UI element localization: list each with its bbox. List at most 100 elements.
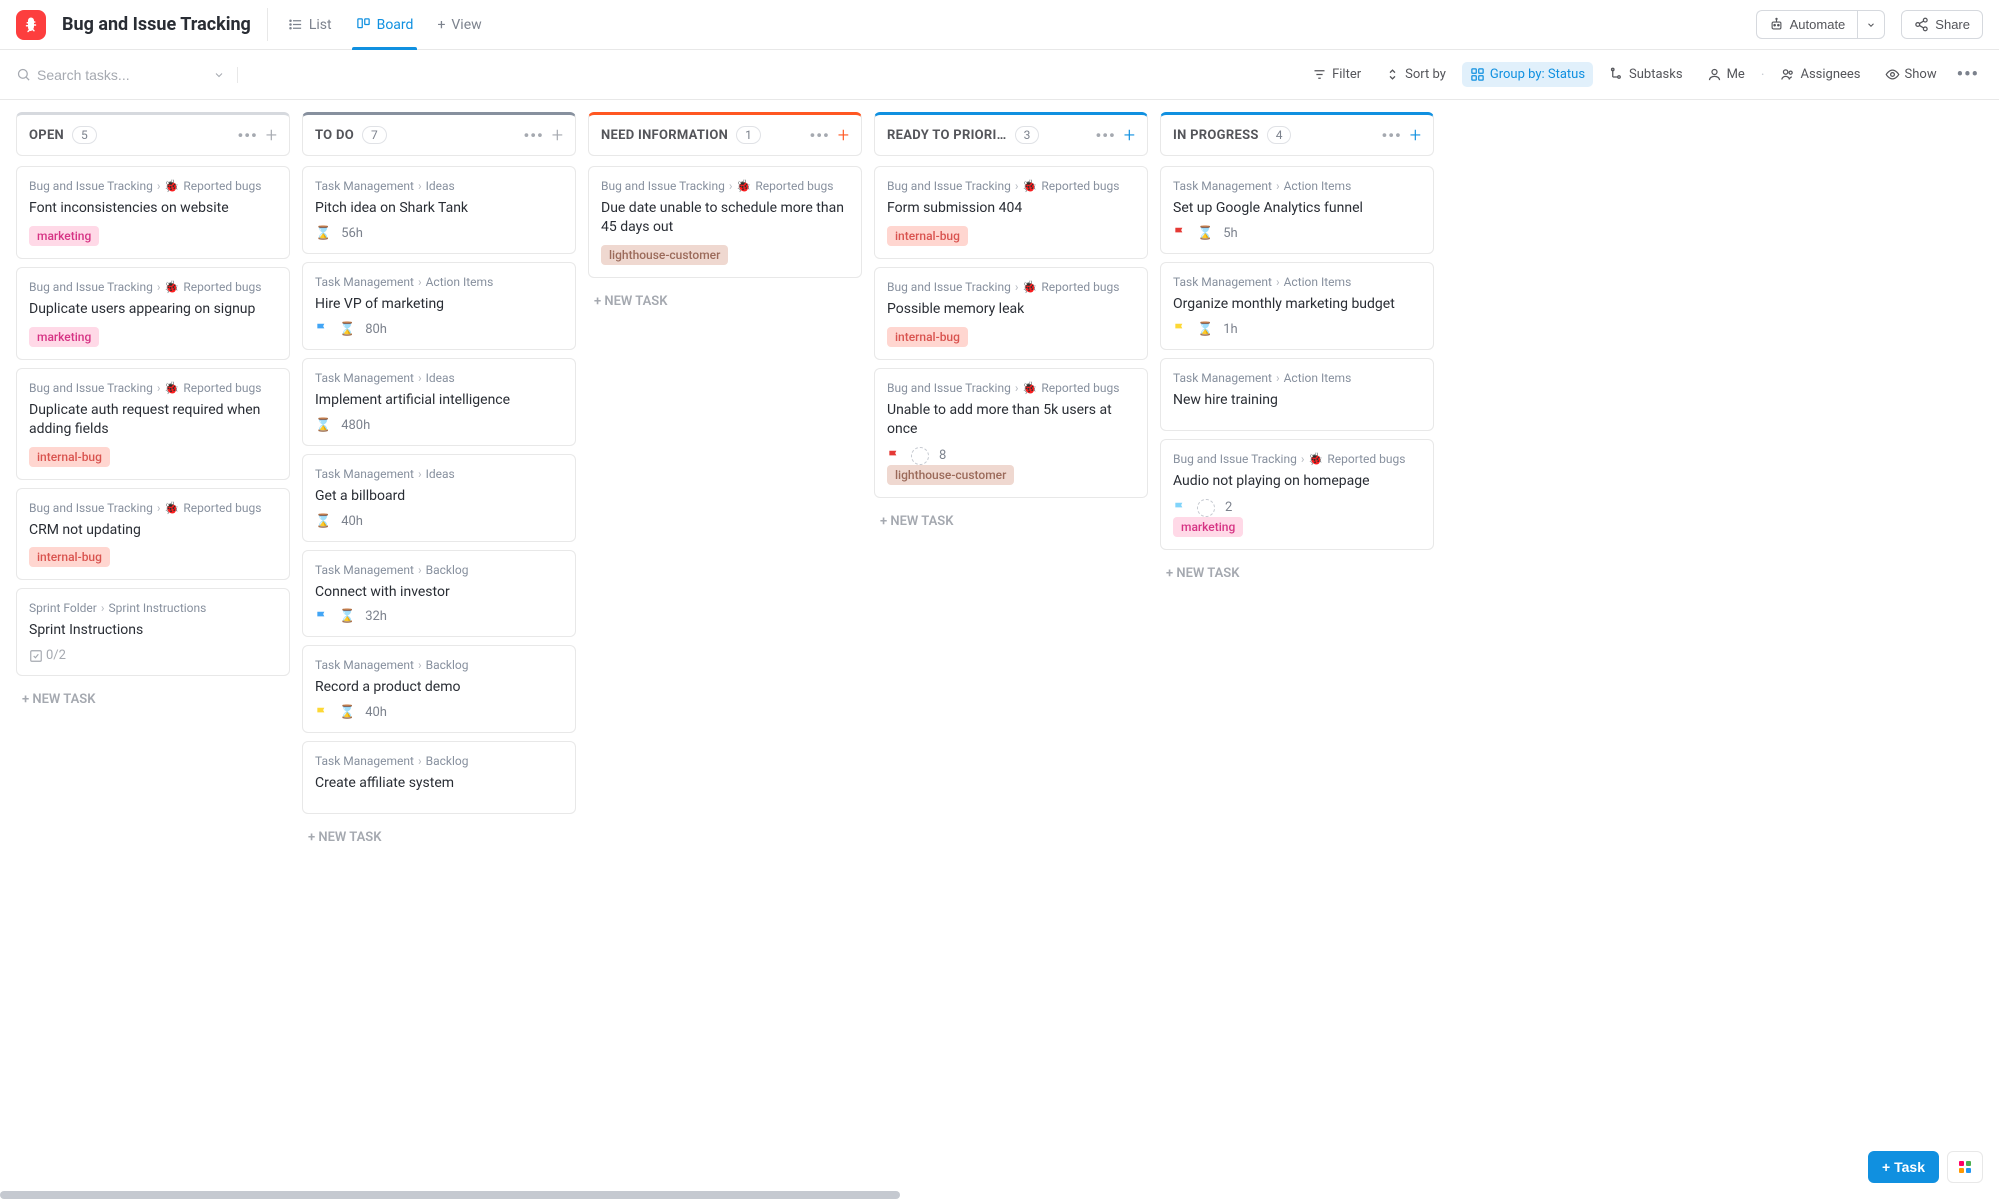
card-meta: ⌛1h [1173, 322, 1421, 337]
chevron-down-icon[interactable] [213, 69, 225, 81]
task-card[interactable]: Task Management›Backlog Create affiliate… [302, 741, 576, 814]
card-title: New hire training [1173, 391, 1421, 410]
new-task-button[interactable]: + NEW TASK [1160, 558, 1434, 589]
tag[interactable]: internal-bug [29, 447, 110, 467]
tag[interactable]: internal-bug [887, 226, 968, 246]
card-tags: marketing [29, 226, 277, 246]
column-more-button[interactable]: ••• [523, 126, 543, 145]
tab-list[interactable]: List [276, 0, 344, 50]
hourglass-icon: ⌛ [339, 322, 355, 337]
new-task-button[interactable]: + NEW TASK [16, 684, 290, 715]
bug-emoji-icon: 🐞 [736, 179, 751, 193]
tag[interactable]: internal-bug [887, 327, 968, 347]
card-tags: internal-bug [887, 226, 1135, 246]
column-more-button[interactable]: ••• [237, 126, 257, 145]
apps-button[interactable] [1947, 1151, 1983, 1183]
task-card[interactable]: Task Management›Backlog Connect with inv… [302, 550, 576, 638]
tag[interactable]: marketing [1173, 517, 1243, 537]
column-add-button[interactable]: + [1124, 125, 1135, 145]
task-card[interactable]: Bug and Issue Tracking›🐞Reported bugs Du… [588, 166, 862, 278]
card-breadcrumb: Task Management›Action Items [1173, 371, 1421, 385]
sort-icon [1385, 67, 1400, 82]
task-card[interactable]: Bug and Issue Tracking›🐞Reported bugs Un… [874, 368, 1148, 498]
task-card[interactable]: Bug and Issue Tracking›🐞Reported bugs Du… [16, 267, 290, 360]
task-card[interactable]: Bug and Issue Tracking›🐞Reported bugs Po… [874, 267, 1148, 360]
column-more-button[interactable]: ••• [1381, 126, 1401, 145]
card-meta: ⌛480h [315, 418, 563, 433]
column-more-button[interactable]: ••• [1095, 126, 1115, 145]
column-header: OPEN 5 ••• + [16, 112, 290, 156]
tag[interactable]: internal-bug [29, 547, 110, 567]
task-card[interactable]: Bug and Issue Tracking›🐞Reported bugs CR… [16, 488, 290, 581]
task-card[interactable]: Task Management›Backlog Record a product… [302, 645, 576, 733]
flag-icon [315, 706, 329, 720]
share-button[interactable]: Share [1901, 10, 1983, 39]
add-view-button[interactable]: + View [425, 0, 493, 50]
automate-button[interactable]: Automate [1756, 10, 1858, 39]
avatar-count: 2 [1225, 500, 1232, 515]
column: NEED INFORMATION 1 ••• + Bug and Issue T… [588, 112, 862, 317]
tag[interactable]: marketing [29, 226, 99, 246]
group-by-button[interactable]: Group by: Status [1462, 62, 1593, 87]
me-button[interactable]: Me [1699, 62, 1753, 87]
column-more-button[interactable]: ••• [809, 126, 829, 145]
card-meta: 8 [887, 447, 1135, 465]
card-title: Duplicate users appearing on signup [29, 300, 277, 319]
person-icon [1707, 67, 1722, 82]
tab-board[interactable]: Board [344, 0, 426, 50]
card-meta: ⌛56h [315, 226, 563, 241]
card-breadcrumb: Task Management›Action Items [1173, 179, 1421, 193]
task-card[interactable]: Bug and Issue Tracking›🐞Reported bugs Fo… [874, 166, 1148, 259]
sort-button[interactable]: Sort by [1377, 62, 1454, 87]
column-add-button[interactable]: + [1410, 125, 1421, 145]
bug-emoji-icon: 🐞 [164, 179, 179, 193]
create-task-button[interactable]: + Task [1868, 1151, 1939, 1183]
card-meta: ⌛40h [315, 514, 563, 529]
task-card[interactable]: Task Management›Action Items Hire VP of … [302, 262, 576, 350]
assignees-button[interactable]: Assignees [1772, 62, 1868, 87]
time-estimate: 5h [1223, 226, 1237, 241]
column-add-button[interactable]: + [838, 125, 849, 145]
task-card[interactable]: Bug and Issue Tracking›🐞Reported bugs Fo… [16, 166, 290, 259]
bug-emoji-icon: 🐞 [1022, 381, 1037, 395]
task-card[interactable]: Task Management›Ideas Get a billboard ⌛4… [302, 454, 576, 542]
show-button[interactable]: Show [1877, 62, 1945, 87]
task-card[interactable]: Task Management›Ideas Implement artifici… [302, 358, 576, 446]
column-add-button[interactable]: + [266, 125, 277, 145]
task-card[interactable]: Bug and Issue Tracking›🐞Reported bugs Au… [1160, 439, 1434, 550]
task-card[interactable]: Task Management›Ideas Pitch idea on Shar… [302, 166, 576, 254]
apps-grid-icon [1959, 1161, 1971, 1173]
flag-icon [1173, 226, 1187, 240]
tag[interactable]: lighthouse-customer [887, 465, 1014, 485]
horizontal-scrollbar[interactable] [0, 1191, 900, 1199]
card-breadcrumb: Task Management›Backlog [315, 563, 563, 577]
tag[interactable]: lighthouse-customer [601, 245, 728, 265]
new-task-button[interactable]: + NEW TASK [588, 286, 862, 317]
automate-dropdown[interactable] [1857, 10, 1885, 39]
plus-icon: + [1882, 1159, 1890, 1175]
more-button[interactable]: ••• [1953, 64, 1983, 85]
search-input[interactable] [37, 67, 187, 83]
time-estimate: 32h [365, 609, 387, 624]
avatar-placeholder[interactable] [1197, 499, 1215, 517]
new-task-button[interactable]: + NEW TASK [874, 506, 1148, 537]
task-card[interactable]: Sprint Folder›Sprint Instructions Sprint… [16, 588, 290, 676]
tag[interactable]: marketing [29, 327, 99, 347]
card-title: Set up Google Analytics funnel [1173, 199, 1421, 218]
column-add-button[interactable]: + [552, 125, 563, 145]
app-icon [16, 10, 46, 40]
avatar-placeholder[interactable] [911, 447, 929, 465]
people-icon [1780, 67, 1795, 82]
new-task-button[interactable]: + NEW TASK [302, 822, 576, 853]
filter-button[interactable]: Filter [1304, 62, 1369, 87]
subtasks-button[interactable]: Subtasks [1601, 62, 1691, 87]
bug-emoji-icon: 🐞 [1022, 179, 1037, 193]
avatar-count: 8 [939, 448, 946, 463]
bug-icon [22, 16, 40, 34]
card-tags: marketing [1173, 517, 1421, 537]
task-card[interactable]: Task Management›Action Items Set up Goog… [1160, 166, 1434, 254]
task-card[interactable]: Task Management›Action Items New hire tr… [1160, 358, 1434, 431]
column-header: NEED INFORMATION 1 ••• + [588, 112, 862, 156]
task-card[interactable]: Bug and Issue Tracking›🐞Reported bugs Du… [16, 368, 290, 480]
task-card[interactable]: Task Management›Action Items Organize mo… [1160, 262, 1434, 350]
